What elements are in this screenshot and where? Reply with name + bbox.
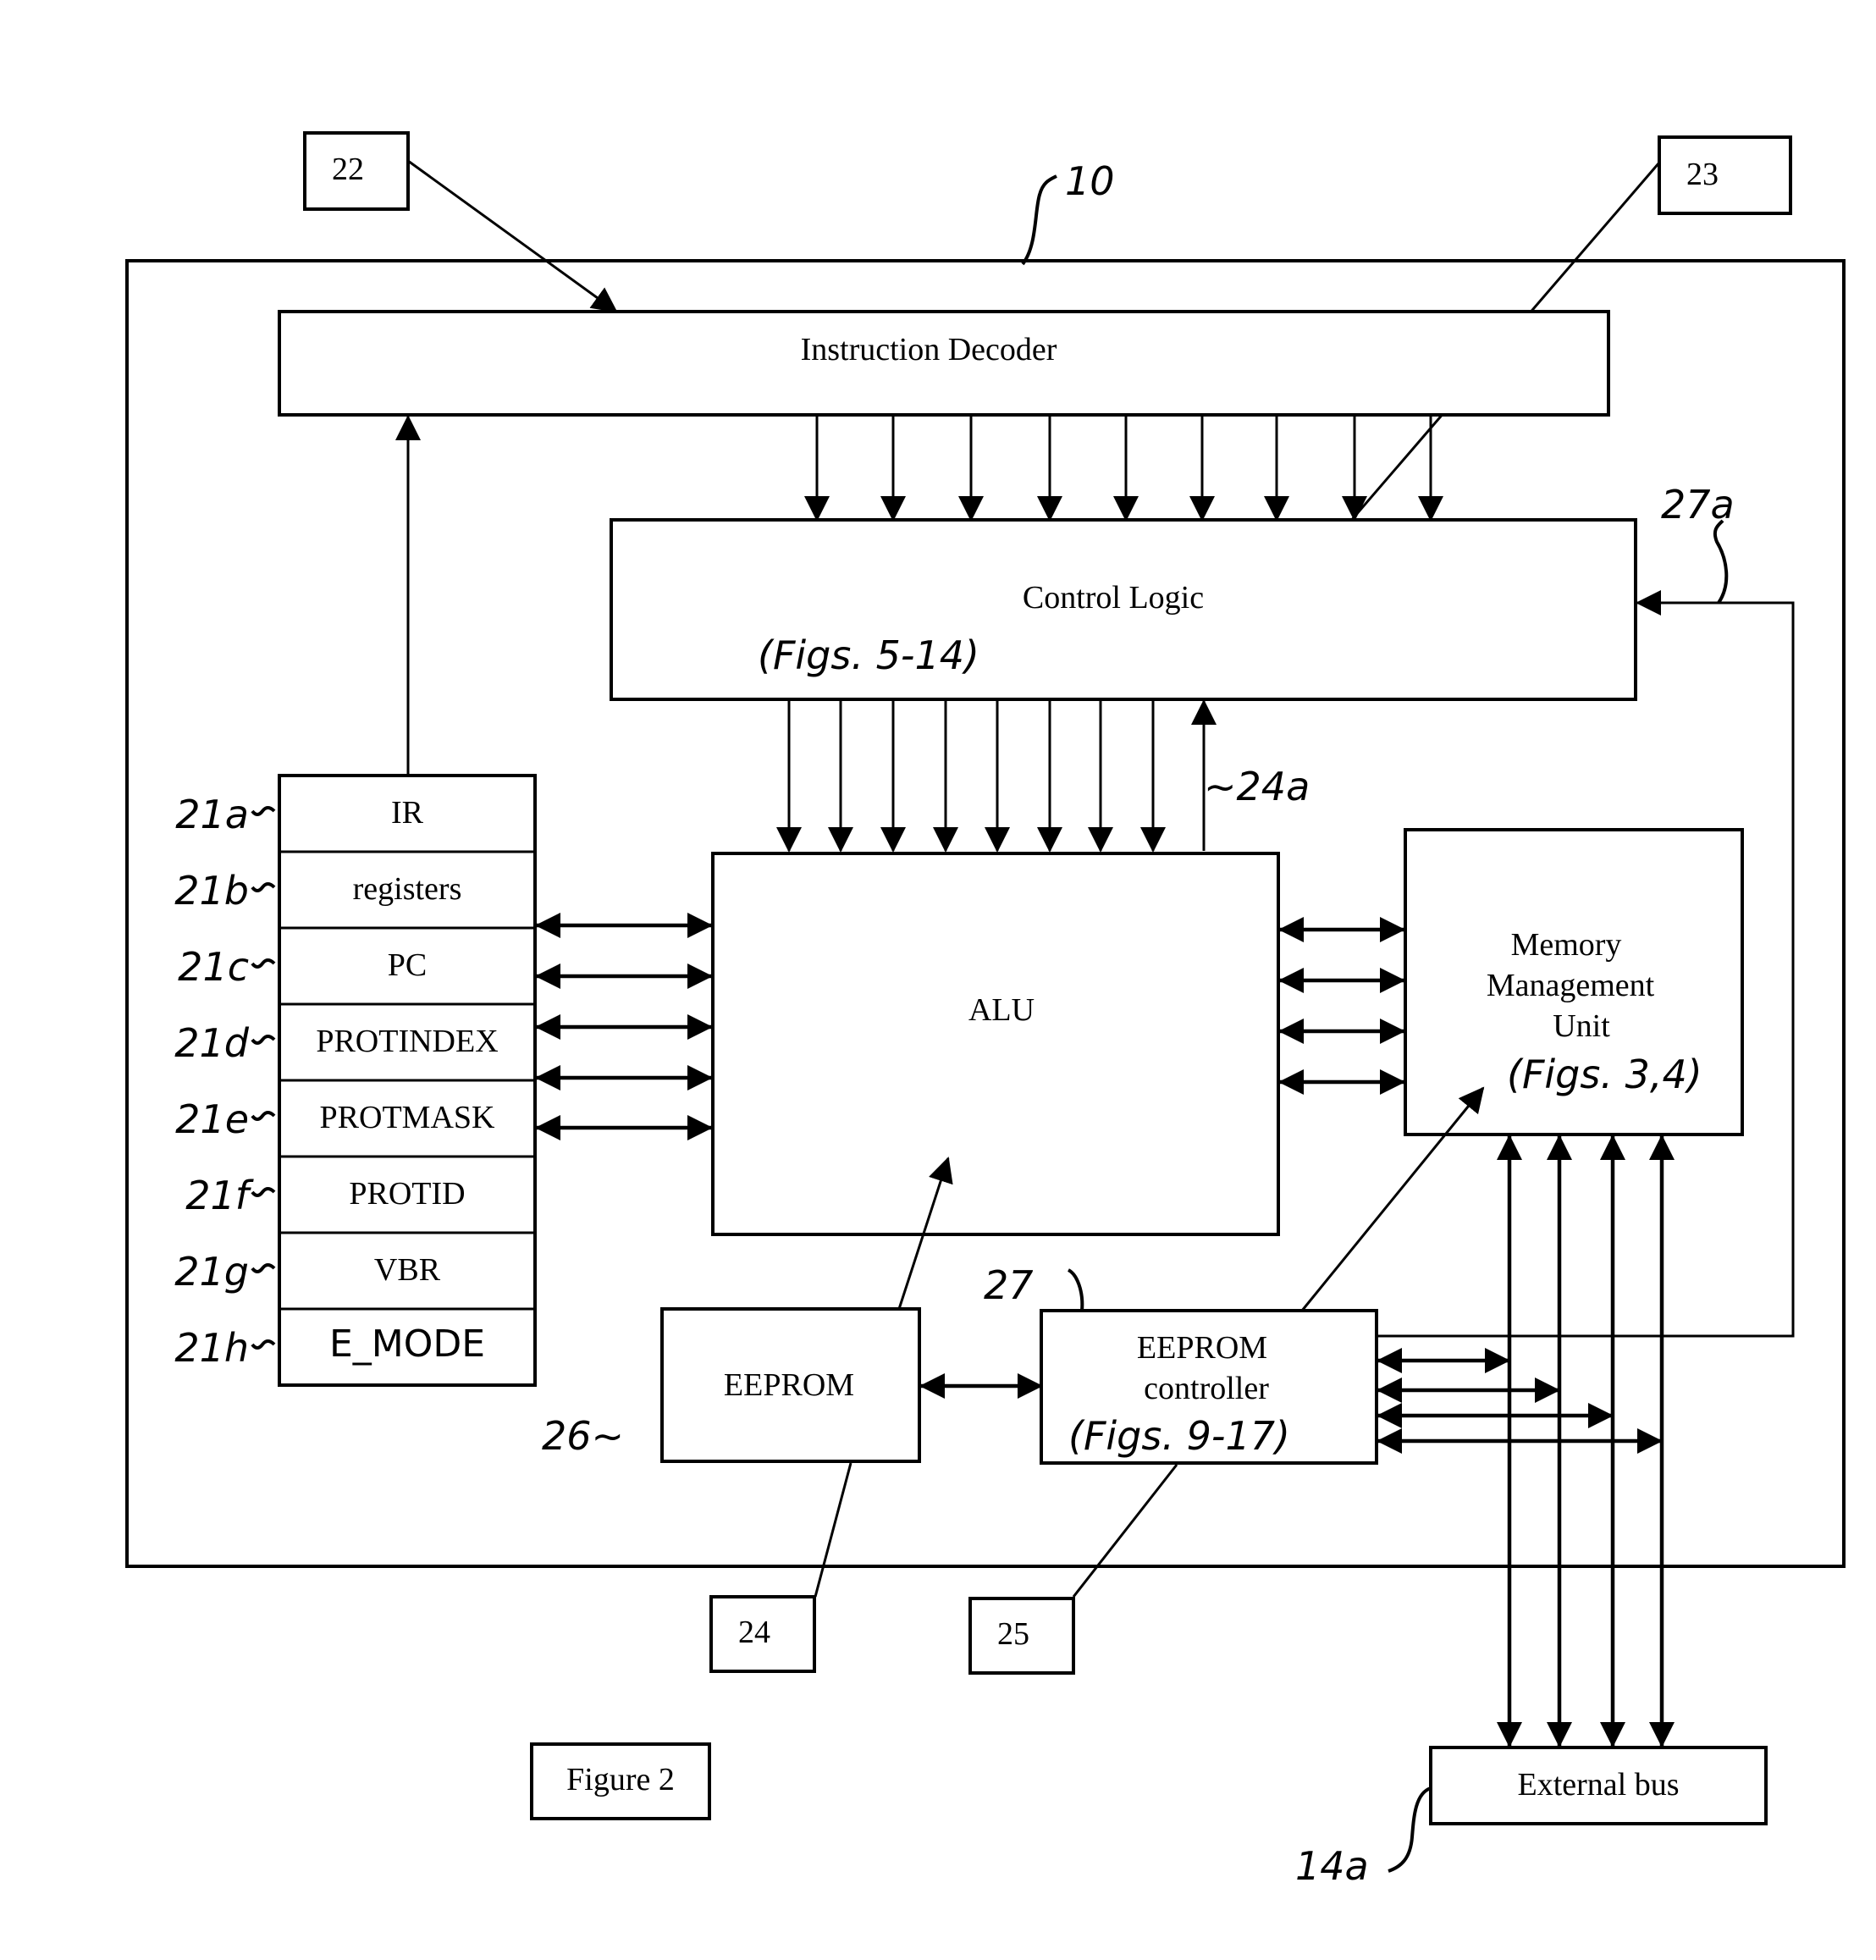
register-ref-label: 21c [178, 944, 249, 990]
register-name: VBR [374, 1252, 441, 1288]
eeprom-label: EEPROM [724, 1367, 854, 1403]
alu-block [711, 852, 1280, 1236]
ref-26: 26~ [542, 1413, 624, 1459]
figure-caption: Figure 2 [566, 1762, 675, 1797]
ref-27a: 27a [1661, 482, 1735, 527]
chip-ref-leader [1021, 174, 1057, 266]
register-ref-label: 21e [175, 1096, 249, 1142]
control-logic-ref: (Figs. 5-14) [758, 632, 979, 678]
mmu-label-line2: Management [1487, 968, 1655, 1003]
register-name: registers [353, 871, 462, 907]
callout-22-label: 22 [332, 152, 364, 187]
chip-ref-label: 10 [1065, 158, 1115, 204]
ref-24a: ~24a [1204, 764, 1310, 809]
register-ref-label: 21b [174, 868, 249, 914]
register-name: PC [388, 947, 427, 983]
register-name: PROTINDEX [316, 1024, 498, 1059]
mmu-label-line1: Memory [1511, 927, 1622, 963]
register-name: IR [391, 795, 424, 831]
eeprom-controller-label-line1: EEPROM [1137, 1330, 1267, 1366]
callout-24-label: 24 [738, 1615, 770, 1650]
figure-2-diagram: 10 22 23 Instruction Decoder Control Log… [125, 131, 1846, 1889]
instruction-decoder-label: Instruction Decoder [801, 332, 1057, 367]
callout-23-box [1658, 135, 1792, 215]
register-name: PROTID [349, 1176, 465, 1212]
callout-25-label: 25 [997, 1616, 1029, 1652]
register-ref-label: 21g [174, 1249, 249, 1295]
alu-label: ALU [968, 992, 1035, 1028]
external-bus-label: External bus [1517, 1767, 1679, 1803]
register-name: E_MODE [329, 1322, 485, 1366]
eeprom-controller-ref: (Figs. 9-17) [1068, 1413, 1290, 1459]
register-name: PROTMASK [320, 1100, 495, 1135]
mmu-label-line3: Unit [1553, 1008, 1610, 1044]
callout-23-label: 23 [1686, 157, 1719, 192]
mmu-ref: (Figs. 3,4) [1507, 1052, 1702, 1097]
register-ref-label: 21a [175, 792, 249, 837]
ref-27: 27 [984, 1262, 1034, 1308]
register-ref-label: 21f [185, 1173, 254, 1218]
eeprom-controller-label-line2: controller [1144, 1371, 1269, 1406]
ref-14a-leader [1388, 1786, 1432, 1873]
ref-14a: 14a [1295, 1843, 1369, 1889]
register-ref-label: 21d [174, 1020, 250, 1066]
control-logic-label: Control Logic [1023, 580, 1204, 616]
register-ref-label: 21h [174, 1325, 249, 1371]
